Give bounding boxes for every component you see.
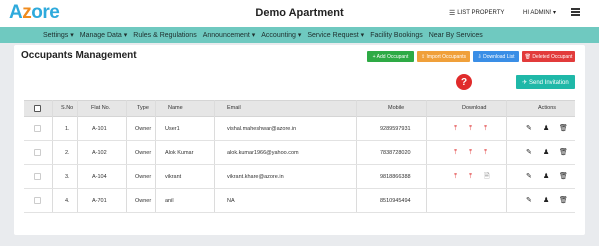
nav-manage-data[interactable]: Manage Data ▾ bbox=[80, 31, 128, 39]
cell-sno: 4. bbox=[65, 198, 70, 204]
upload-icon[interactable]: ⤒ bbox=[454, 173, 457, 180]
cell-sno: 2. bbox=[65, 150, 70, 156]
person-icon[interactable]: ♟ bbox=[543, 125, 549, 132]
table-header: S.No Flat No. Type Name Email Mobile Dow… bbox=[24, 100, 575, 117]
header-actions: Actions bbox=[538, 105, 557, 111]
cell-flat-no: A-101 bbox=[92, 126, 107, 132]
header-email: Email bbox=[227, 105, 241, 111]
cell-email: NA bbox=[227, 198, 235, 204]
import-occupants-button[interactable]: ⇪ Import Occupants bbox=[417, 51, 470, 62]
cell-sno: 1. bbox=[65, 126, 70, 132]
help-icon[interactable]: ? bbox=[456, 74, 472, 90]
upload-icon[interactable]: ⤒ bbox=[454, 149, 457, 156]
table-row: 4. A-701 Owner anil NA 8510945494 ✎ ♟ 🗑 bbox=[24, 189, 575, 213]
add-occupant-button[interactable]: + Add Occupant bbox=[367, 51, 414, 62]
nav-announcement[interactable]: Announcement ▾ bbox=[203, 31, 256, 39]
nav-service-request[interactable]: Service Request ▾ bbox=[307, 31, 364, 39]
cell-type: Owner bbox=[135, 174, 152, 180]
top-bar: Azore Demo Apartment ☰ LIST PROPERTY HI … bbox=[0, 0, 599, 27]
cell-name: Alok Kumar bbox=[165, 150, 194, 156]
page-title: Occupants Management bbox=[21, 50, 137, 61]
cell-name: vikrant bbox=[165, 174, 182, 180]
header-download: Download bbox=[462, 105, 487, 111]
deleted-occupant-button[interactable]: 🗑 Deleted Occupant bbox=[522, 51, 575, 62]
table-row: 2. A-102 Owner Alok Kumar alok.kumar1966… bbox=[24, 141, 575, 165]
nav-settings[interactable]: Settings ▾ bbox=[43, 31, 74, 39]
cell-mobile: 9289597931 bbox=[380, 126, 411, 132]
trash-icon[interactable]: 🗑 bbox=[559, 173, 568, 180]
nav-near-by-services[interactable]: Near By Services bbox=[429, 32, 483, 39]
upload-icon[interactable]: ⤒ bbox=[454, 125, 457, 132]
cell-email: vikrant.khare@azore.in bbox=[227, 174, 284, 180]
table-row: 1. A-101 Owner User1 vishal.maheshwar@az… bbox=[24, 117, 575, 141]
trash-icon[interactable]: 🗑 bbox=[559, 197, 568, 204]
row-checkbox[interactable] bbox=[34, 197, 41, 204]
file-icon[interactable]: 🗎 bbox=[484, 173, 490, 180]
row-checkbox[interactable] bbox=[34, 173, 41, 180]
upload-icon[interactable]: ⤒ bbox=[484, 125, 487, 132]
cell-name: User1 bbox=[165, 126, 180, 132]
trash-icon[interactable]: 🗑 bbox=[559, 149, 568, 156]
upload-icon[interactable]: ⤒ bbox=[469, 125, 472, 132]
occupants-card: Occupants Management + Add Occupant ⇪ Im… bbox=[14, 45, 585, 235]
cell-mobile: 9818866388 bbox=[380, 174, 411, 180]
header-flat-no: Flat No. bbox=[91, 105, 111, 111]
user-menu[interactable]: HI ADMIN! ▾ bbox=[523, 9, 556, 16]
header-type: Type bbox=[137, 105, 149, 111]
header-sno: S.No bbox=[61, 105, 74, 111]
upload-icon[interactable]: ⤒ bbox=[469, 173, 472, 180]
header-name: Name bbox=[168, 105, 183, 111]
list-property-label: LIST PROPERTY bbox=[457, 10, 505, 16]
download-list-button[interactable]: ⇩ Download List bbox=[473, 51, 519, 62]
cell-mobile: 8510945494 bbox=[380, 198, 411, 204]
cell-sno: 3. bbox=[65, 174, 70, 180]
list-icon: ☰ bbox=[449, 10, 456, 17]
header-mobile: Mobile bbox=[388, 105, 405, 111]
upload-icon[interactable]: ⤒ bbox=[484, 149, 487, 156]
app-title: Demo Apartment bbox=[255, 7, 344, 19]
row-checkbox[interactable] bbox=[34, 125, 41, 132]
select-all-checkbox[interactable] bbox=[34, 105, 41, 112]
edit-icon[interactable]: ✎ bbox=[526, 149, 532, 156]
cell-flat-no: A-701 bbox=[92, 198, 107, 204]
edit-icon[interactable]: ✎ bbox=[526, 125, 532, 132]
person-icon[interactable]: ♟ bbox=[543, 197, 549, 204]
nav-rules-regulations[interactable]: Rules & Regulations bbox=[133, 32, 196, 39]
hamburger-menu-icon[interactable] bbox=[571, 8, 580, 16]
upload-icon[interactable]: ⤒ bbox=[469, 149, 472, 156]
nav-facility-bookings[interactable]: Facility Bookings bbox=[370, 32, 423, 39]
send-invitation-button[interactable]: ✈ Send Invitation bbox=[516, 75, 575, 89]
row-checkbox[interactable] bbox=[34, 149, 41, 156]
cell-mobile: 7838728020 bbox=[380, 150, 411, 156]
nav-accounting[interactable]: Accounting ▾ bbox=[261, 31, 301, 39]
person-icon[interactable]: ♟ bbox=[543, 149, 549, 156]
cell-type: Owner bbox=[135, 198, 152, 204]
cell-type: Owner bbox=[135, 150, 152, 156]
list-property-link[interactable]: ☰ LIST PROPERTY bbox=[449, 9, 504, 17]
person-icon[interactable]: ♟ bbox=[543, 173, 549, 180]
cell-email: alok.kumar1966@yahoo.com bbox=[227, 150, 299, 156]
edit-icon[interactable]: ✎ bbox=[526, 173, 532, 180]
cell-type: Owner bbox=[135, 126, 152, 132]
cell-flat-no: A-102 bbox=[92, 150, 107, 156]
trash-icon[interactable]: 🗑 bbox=[559, 125, 568, 132]
edit-icon[interactable]: ✎ bbox=[526, 197, 532, 204]
cell-flat-no: A-104 bbox=[92, 174, 107, 180]
cell-email: vishal.maheshwar@azore.in bbox=[227, 126, 297, 132]
cell-name: anil bbox=[165, 198, 174, 204]
main-nav: Settings ▾ Manage Data ▾ Rules & Regulat… bbox=[0, 27, 599, 43]
table-row: 3. A-104 Owner vikrant vikrant.khare@azo… bbox=[24, 165, 575, 189]
